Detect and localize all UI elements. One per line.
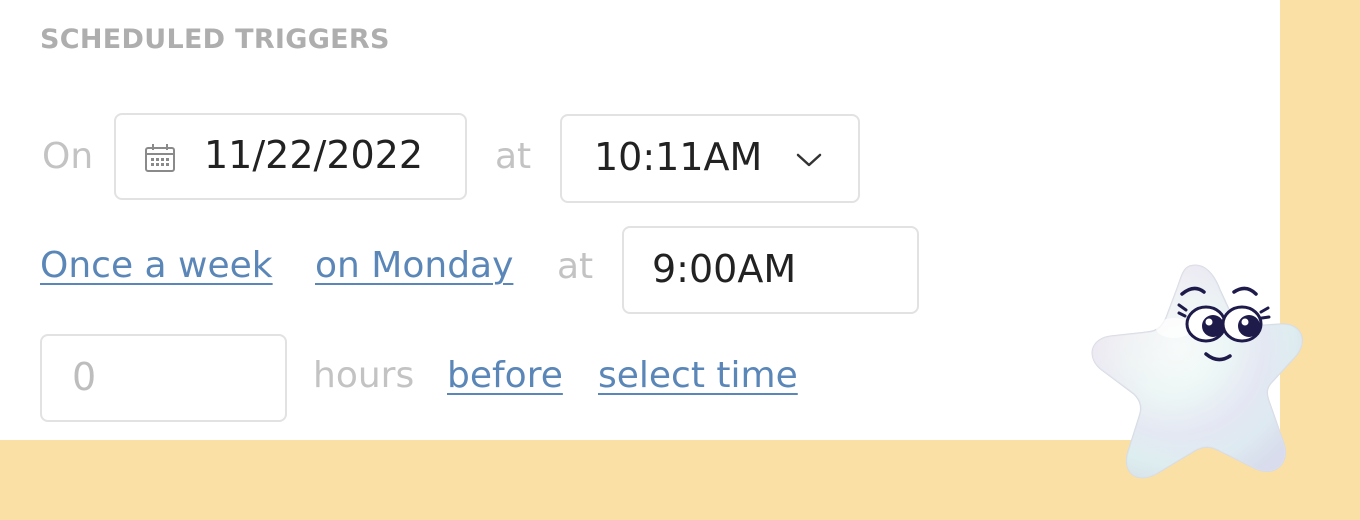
date-value: 11/22/2022 [204, 133, 424, 177]
time-value: 10:11AM [594, 135, 763, 179]
on-label: On [42, 136, 94, 177]
frequency-link[interactable]: Once a week [40, 245, 273, 286]
day-link[interactable]: on Monday [315, 245, 513, 286]
select-time-link[interactable]: select time [598, 355, 798, 396]
time-field-value: 9:00AM [652, 247, 797, 291]
chevron-down-icon [796, 152, 822, 172]
before-link[interactable]: before [447, 355, 563, 396]
time-select[interactable]: 10:11AM [560, 114, 860, 203]
hours-input-value: 0 [72, 355, 97, 399]
at-label-1: at [495, 136, 532, 177]
hours-label: hours [313, 355, 415, 396]
calendar-icon [144, 143, 176, 177]
time-field[interactable]: 9:00AM [622, 226, 919, 314]
at-label-2: at [557, 246, 594, 287]
hours-input[interactable]: 0 [40, 334, 287, 422]
date-field[interactable]: 11/22/2022 [114, 113, 467, 200]
star-mascot-icon [1082, 258, 1310, 500]
section-title: SCHEDULED TRIGGERS [40, 24, 390, 55]
